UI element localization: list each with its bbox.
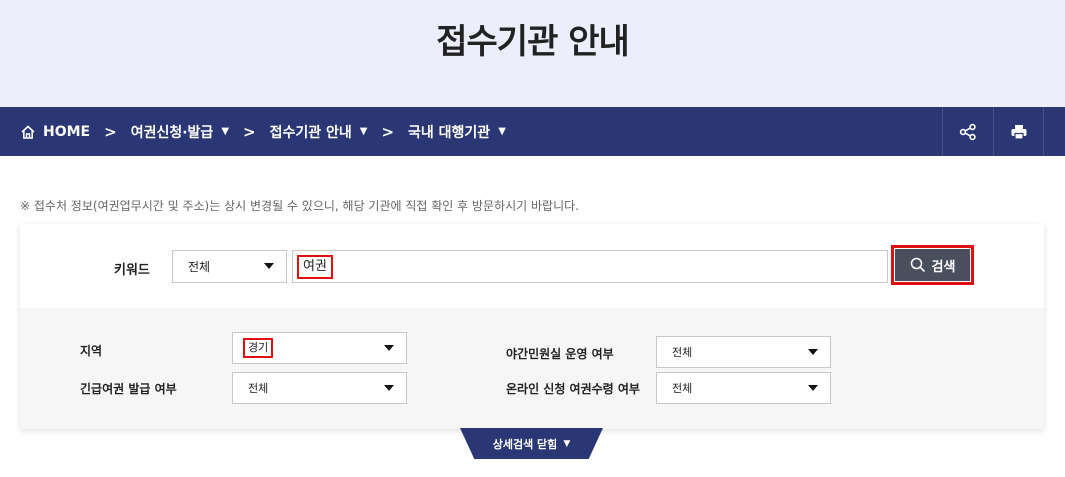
online-receipt-select[interactable]: 전체 [656, 372, 831, 404]
notice-text: ※ 접수처 정보(여권업무시간 및 주소)는 상시 변경될 수 있으니, 해당 … [20, 199, 579, 213]
online-receipt-label: 온라인 신청 여권수령 여부 [506, 382, 640, 396]
detail-search-toggle-label: 상세검색 닫힘 [492, 437, 558, 451]
emergency-passport-select[interactable]: 전체 [232, 372, 407, 404]
region-select-value: 경기 [243, 338, 274, 358]
detail-search-toggle[interactable]: 상세검색 닫힘 ▼ [460, 428, 603, 459]
nav-tools [942, 107, 1044, 156]
online-receipt-select-value: 전체 [672, 382, 693, 395]
detail-search-area: 지역 경기 긴급여권 발급 여부 전체 야간민원실 운영 여부 전체 온라인 신… [20, 308, 1044, 429]
caret-down-icon: ▼ [498, 126, 506, 137]
keyword-input[interactable]: 여권 [292, 250, 888, 283]
region-label: 지역 [80, 344, 103, 358]
dropdown-arrow-icon [808, 349, 818, 355]
breadcrumb-item-domestic-agency[interactable]: 국내 대행기관 ▼ [408, 122, 506, 142]
breadcrumb-item-label: 여권신청·발급 [130, 124, 214, 141]
breadcrumb-separator: > [243, 122, 256, 141]
breadcrumb-item-label: 국내 대행기관 [408, 124, 491, 141]
search-panel: 키워드 전체 여권 검색 지역 경기 긴급여권 발급 여부 전체 야간민원실 운… [20, 224, 1044, 429]
share-icon [959, 123, 976, 140]
night-office-label: 야간민원실 운영 여부 [506, 347, 614, 361]
page-title: 접수기관 안내 [436, 22, 630, 62]
print-icon [1011, 124, 1026, 140]
keyword-scope-select[interactable]: 전체 [172, 250, 287, 283]
breadcrumb-home[interactable]: HOME [20, 124, 90, 140]
search-button[interactable]: 검색 [895, 249, 970, 281]
breadcrumb-item-agency-guide[interactable]: 접수기관 안내 ▼ [270, 122, 368, 142]
dropdown-arrow-icon [264, 263, 274, 269]
keyword-input-value: 여권 [297, 254, 333, 279]
home-icon [21, 124, 35, 139]
print-button[interactable] [993, 107, 1044, 156]
caret-down-icon: ▼ [563, 438, 571, 449]
dropdown-arrow-icon [808, 385, 818, 391]
breadcrumb: HOME > 여권신청·발급 ▼ > 접수기관 안내 ▼ > 국내 대행기관 ▼ [0, 107, 506, 156]
breadcrumb-separator: > [104, 122, 117, 141]
breadcrumb-bar: HOME > 여권신청·발급 ▼ > 접수기관 안내 ▼ > 국내 대행기관 ▼ [0, 107, 1065, 156]
search-button-highlight: 검색 [891, 245, 974, 285]
page-header: 접수기관 안내 [0, 0, 1065, 107]
emergency-passport-label: 긴급여권 발급 여부 [80, 382, 177, 396]
search-icon [910, 257, 925, 273]
share-button[interactable] [942, 107, 993, 156]
night-office-select[interactable]: 전체 [656, 336, 831, 368]
keyword-scope-value: 전체 [188, 260, 211, 274]
caret-down-icon: ▼ [359, 126, 368, 137]
keyword-label: 키워드 [114, 263, 150, 278]
breadcrumb-item-passport-apply[interactable]: 여권신청·발급 ▼ [131, 122, 229, 142]
night-office-select-value: 전체 [672, 346, 693, 359]
search-button-label: 검색 [931, 259, 956, 275]
keyword-search-row: 키워드 전체 여권 검색 [20, 224, 1044, 308]
breadcrumb-separator: > [381, 122, 395, 141]
breadcrumb-home-label: HOME [43, 123, 91, 140]
caret-down-icon: ▼ [221, 126, 230, 137]
emergency-passport-select-value: 전체 [248, 382, 269, 395]
region-select[interactable]: 경기 [232, 332, 407, 364]
page: 접수기관 안내 HOME > 여권신청·발급 ▼ > 접수기관 안내 ▼ > 국… [0, 0, 1065, 477]
breadcrumb-item-label: 접수기관 안내 [269, 124, 352, 141]
dropdown-arrow-icon [384, 385, 394, 391]
dropdown-arrow-icon [384, 345, 394, 351]
